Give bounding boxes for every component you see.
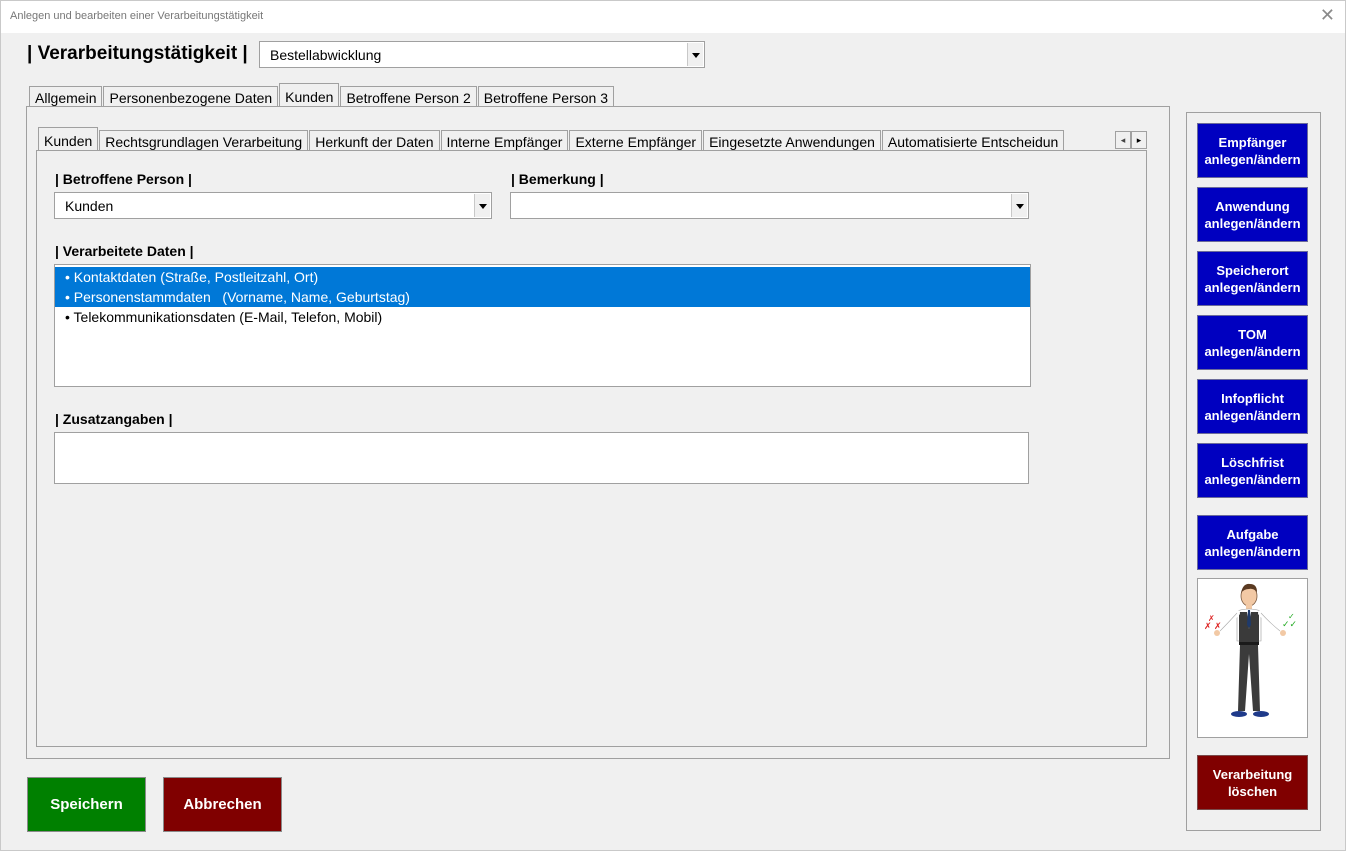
aufgabe-button[interactable]: Aufgabe anlegen/ändern bbox=[1197, 515, 1308, 570]
title-bar: Anlegen und bearbeiten einer Verarbeitun… bbox=[1, 1, 1345, 33]
subtab-herkunft-daten[interactable]: Herkunft der Daten bbox=[309, 130, 440, 152]
bemerkung-label: | Bemerkung | bbox=[511, 171, 604, 187]
dialog-window: Anlegen und bearbeiten einer Verarbeitun… bbox=[0, 0, 1346, 851]
save-button[interactable]: Speichern bbox=[27, 777, 146, 832]
button-label: anlegen/ändern bbox=[1204, 215, 1301, 231]
subtab-externe-empfaenger[interactable]: Externe Empfänger bbox=[569, 130, 703, 152]
button-label: Infopflicht bbox=[1221, 390, 1284, 406]
zusatzangaben-input[interactable] bbox=[54, 432, 1029, 484]
tab-allgemein[interactable]: Allgemein bbox=[29, 86, 103, 108]
button-label: Empfänger bbox=[1218, 134, 1287, 150]
main-tabs: Allgemein Personenbezogene Daten Kunden … bbox=[29, 82, 615, 109]
anwendung-button[interactable]: Anwendung anlegen/ändern bbox=[1197, 187, 1308, 242]
zusatzangaben-label: | Zusatzangaben | bbox=[55, 411, 173, 427]
chevron-down-icon[interactable] bbox=[1011, 194, 1027, 217]
verarbeitete-daten-list[interactable]: • Kontaktdaten (Straße, Postleitzahl, Or… bbox=[54, 264, 1031, 387]
button-label: Verarbeitung bbox=[1212, 766, 1293, 782]
button-label: Speicherort bbox=[1216, 262, 1289, 278]
sub-tabs: Kunden Rechtsgrundlagen Verarbeitung Her… bbox=[38, 126, 1114, 152]
tab-personenbezogene-daten[interactable]: Personenbezogene Daten bbox=[103, 86, 279, 108]
tab-scroll-arrows: ◂ ▸ bbox=[1115, 131, 1147, 149]
button-label: Aufgabe bbox=[1226, 526, 1279, 542]
activity-select-value: Bestellabwicklung bbox=[270, 47, 382, 63]
infopflicht-button[interactable]: Infopflicht anlegen/ändern bbox=[1197, 379, 1308, 434]
button-label: Anwendung bbox=[1215, 198, 1290, 214]
speicherort-button[interactable]: Speicherort anlegen/ändern bbox=[1197, 251, 1308, 306]
bemerkung-select[interactable] bbox=[510, 192, 1029, 219]
businessman-illustration-icon: ✗ ✗ ✗ ✓✓ ✓ bbox=[1197, 578, 1308, 738]
subtab-rechtsgrundlagen[interactable]: Rechtsgrundlagen Verarbeitung bbox=[99, 130, 309, 152]
button-label: Löschfrist bbox=[1221, 454, 1284, 470]
chevron-down-icon[interactable] bbox=[687, 43, 703, 66]
button-label: anlegen/ändern bbox=[1204, 279, 1301, 295]
window-title: Anlegen und bearbeiten einer Verarbeitun… bbox=[10, 10, 264, 22]
betroffene-person-label: | Betroffene Person | bbox=[55, 171, 192, 187]
list-item[interactable]: • Personenstammdaten (Vorname, Name, Geb… bbox=[55, 287, 1030, 307]
button-label: löschen bbox=[1227, 783, 1278, 799]
subtab-automatisierte-entscheidungen[interactable]: Automatisierte Entscheidun bbox=[881, 130, 1065, 152]
subtab-kunden[interactable]: Kunden bbox=[38, 127, 99, 152]
svg-text:✓: ✓ bbox=[1288, 612, 1295, 621]
empfaenger-button[interactable]: Empfänger anlegen/ändern bbox=[1197, 123, 1308, 178]
chevron-down-icon[interactable] bbox=[474, 194, 490, 217]
loeschfrist-button[interactable]: Löschfrist anlegen/ändern bbox=[1197, 443, 1308, 498]
list-item[interactable]: • Telekommunikationsdaten (E-Mail, Telef… bbox=[55, 307, 1030, 327]
button-label: TOM bbox=[1238, 326, 1267, 342]
close-icon[interactable]: ✕ bbox=[1320, 5, 1335, 26]
svg-text:✗: ✗ bbox=[1208, 614, 1215, 623]
button-label: anlegen/ändern bbox=[1204, 343, 1301, 359]
subtab-interne-empfaenger[interactable]: Interne Empfänger bbox=[440, 130, 569, 152]
tom-button[interactable]: TOM anlegen/ändern bbox=[1197, 315, 1308, 370]
verarbeitete-daten-label: | Verarbeitete Daten | bbox=[55, 243, 194, 259]
button-label: anlegen/ändern bbox=[1204, 543, 1301, 559]
button-label: anlegen/ändern bbox=[1204, 407, 1301, 423]
verarbeitung-loeschen-button[interactable]: Verarbeitung löschen bbox=[1197, 755, 1308, 810]
activity-label: | Verarbeitungstätigkeit | bbox=[27, 43, 248, 64]
tab-betroffene-person-3[interactable]: Betroffene Person 3 bbox=[477, 86, 615, 108]
betroffene-person-value: Kunden bbox=[65, 198, 114, 214]
activity-select[interactable]: Bestellabwicklung bbox=[259, 41, 705, 68]
button-label: anlegen/ändern bbox=[1204, 471, 1301, 487]
scroll-left-icon[interactable]: ◂ bbox=[1115, 131, 1131, 149]
list-item[interactable]: • Kontaktdaten (Straße, Postleitzahl, Or… bbox=[55, 267, 1030, 287]
betroffene-person-select[interactable]: Kunden bbox=[54, 192, 492, 219]
button-label: anlegen/ändern bbox=[1204, 151, 1301, 167]
cancel-button[interactable]: Abbrechen bbox=[163, 777, 282, 832]
scroll-right-icon[interactable]: ▸ bbox=[1131, 131, 1147, 149]
tab-betroffene-person-2[interactable]: Betroffene Person 2 bbox=[340, 86, 477, 108]
subtab-eingesetzte-anwendungen[interactable]: Eingesetzte Anwendungen bbox=[703, 130, 881, 152]
businessman-figure: ✗ ✗ ✗ ✓✓ ✓ bbox=[1204, 583, 1297, 717]
